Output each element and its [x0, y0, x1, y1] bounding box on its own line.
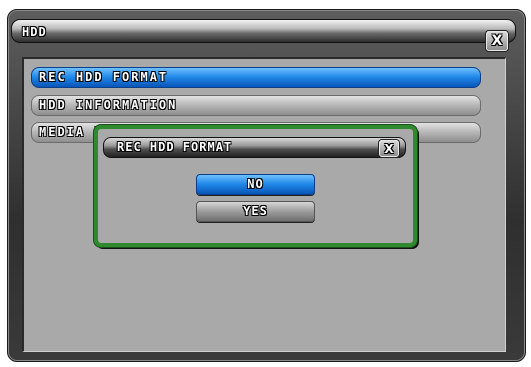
- menu-item-label: REC HDD FORMAT: [39, 70, 169, 84]
- dialog-close-icon[interactable]: X: [379, 140, 399, 157]
- close-icon[interactable]: X: [486, 31, 508, 51]
- menu-item-rec-hdd-format[interactable]: REC HDD FORMAT: [31, 67, 481, 88]
- dialog-title: REC HDD FORMAT: [117, 140, 233, 154]
- menu-item-label: HDD INFORMATION: [39, 98, 178, 112]
- menu-item-hdd-information[interactable]: HDD INFORMATION: [31, 95, 481, 116]
- window-title: HDD: [22, 25, 47, 39]
- yes-button[interactable]: YES: [196, 201, 315, 222]
- no-button[interactable]: NO: [196, 174, 315, 195]
- window-titlebar: [11, 19, 516, 43]
